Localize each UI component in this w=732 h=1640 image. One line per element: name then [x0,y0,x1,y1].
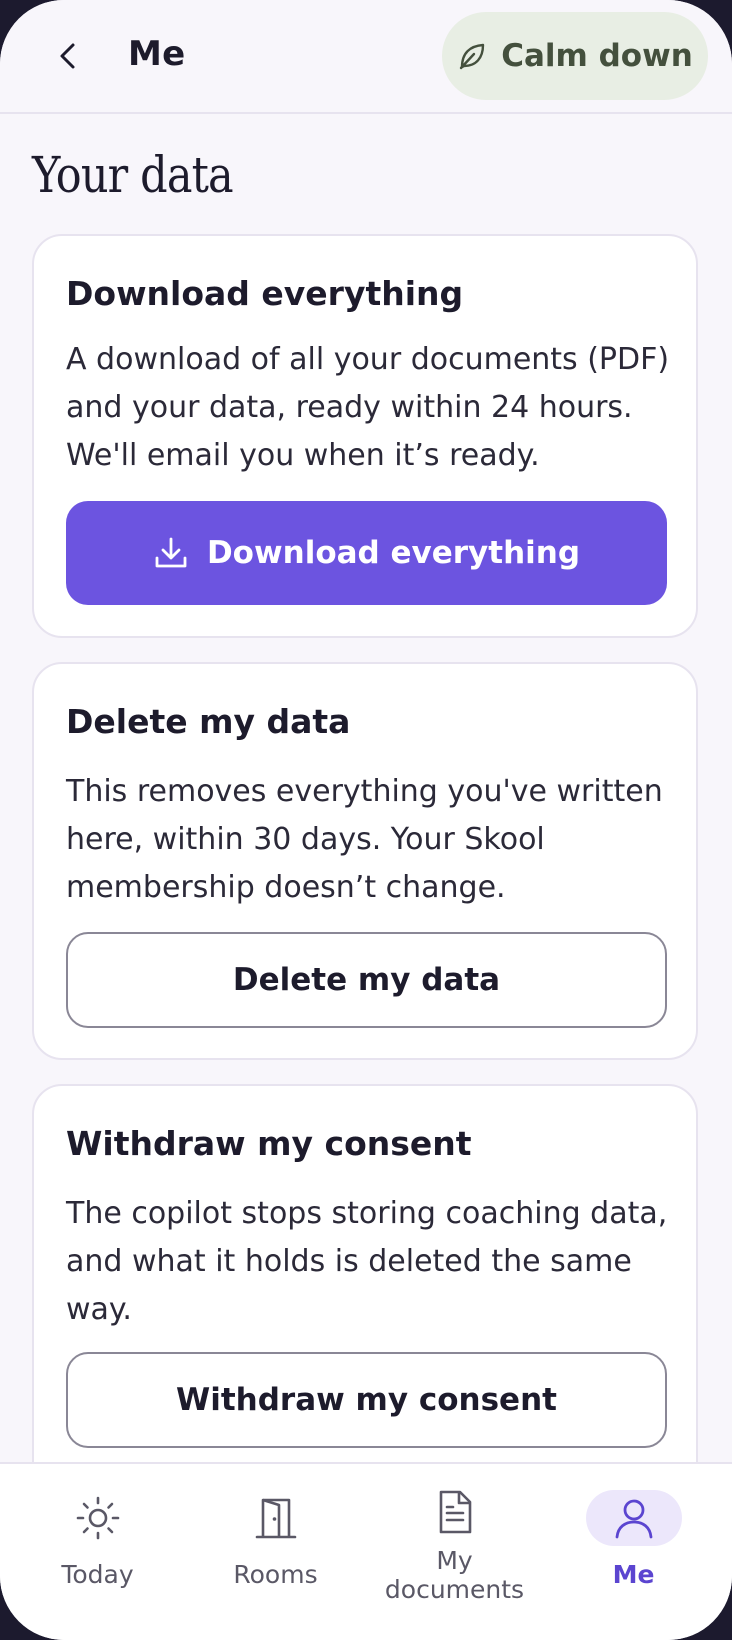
nav-item-rooms[interactable]: Rooms [184,1464,367,1640]
bottom-navigation: Today Rooms My documents Me [0,1462,732,1640]
nav-item-me[interactable]: Me [542,1464,725,1640]
calm-down-label: Calm down [501,38,693,74]
top-bar: Me Calm down [0,0,732,114]
download-icon [155,537,187,568]
app-screen: Me Calm down Your data Download everythi… [0,0,732,1640]
withdraw-card: Withdraw my consent The copilot stops st… [32,1084,698,1504]
download-card-title: Download everything [66,274,464,313]
download-everything-label: Download everything [206,535,581,571]
delete-my-data-button[interactable]: Delete my data [66,932,667,1028]
withdraw-card-description: The copilot stops storing coaching data,… [66,1196,668,1327]
nav-label-me: Me [612,1560,655,1589]
back-button[interactable] [46,30,90,82]
leaf-icon [460,43,485,70]
nav-label-my: My [436,1546,473,1575]
download-card-description: A download of all your documents (PDF) a… [66,342,670,473]
nav-icon-container [228,1490,324,1546]
nav-label-rooms: Rooms [233,1560,318,1589]
chevron-left-icon [60,43,75,69]
delete-card-title: Delete my data [66,702,351,741]
download-everything-button[interactable]: Download everything [66,501,667,605]
nav-icon-container [50,1490,146,1546]
download-card: Download everything A download of all yo… [32,234,698,638]
door-icon [255,1498,296,1539]
nav-icon-container [407,1484,503,1540]
document-icon [439,1490,471,1534]
delete-card-description: This removes everything you've written h… [66,774,663,905]
nav-item-my-documents[interactable]: My documents [363,1464,546,1640]
nav-label-documents: documents [384,1575,525,1604]
nav-label-my-documents: My documents [370,1546,540,1604]
nav-item-today[interactable]: Today [6,1464,189,1640]
nav-icon-container-active [585,1490,682,1546]
nav-label-today: Today [61,1560,134,1589]
delete-card: Delete my data This removes everything y… [32,662,698,1060]
sun-icon [76,1496,119,1540]
withdraw-consent-button[interactable]: Withdraw my consent [66,1352,667,1448]
calm-down-button[interactable]: Calm down [442,12,708,100]
page-header-title: Me [128,34,186,74]
user-icon [615,1499,652,1539]
page-title: Your data [32,146,234,204]
withdraw-card-title: Withdraw my consent [66,1124,472,1163]
